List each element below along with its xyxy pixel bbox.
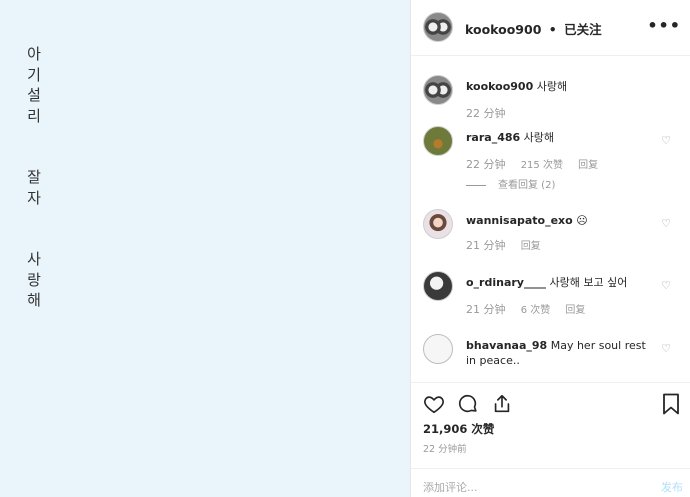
reply-button[interactable]: 回复 (565, 305, 585, 316)
follow-status[interactable]: 已关注 (564, 22, 602, 37)
comment-text: wannisapato_exo ☹ (466, 213, 656, 228)
comment-meta: 21 分钟 6 次赞 回复 (466, 301, 597, 317)
image-char: 해 (27, 291, 41, 309)
commenter-username[interactable]: bhavanaa_98 (466, 339, 547, 352)
post-comment-button[interactable]: 发布 (661, 479, 683, 495)
comment-meta: 22 分钟 (466, 105, 518, 121)
post-sidebar: kookoo900 • 已关注 ••• kookoo900 사랑해 22 分钟 … (410, 0, 690, 497)
author-line: kookoo900 • 已关注 (465, 19, 602, 38)
view-replies-label[interactable]: 查看回复 (2) (498, 180, 555, 191)
reply-divider (466, 184, 486, 186)
add-comment-bar: 添加评论... 发布 (411, 468, 690, 497)
like-count[interactable]: 21,906 次赞 (423, 421, 494, 437)
image-char: 사 (27, 250, 41, 268)
commenter-avatar[interactable] (423, 334, 453, 364)
comment-text: bhavanaa_98 May her soul rest in peace.. (466, 338, 656, 368)
post-actions: 21,906 次赞 22 分钟前 添加评论... 发布 (411, 382, 690, 497)
comment-likes[interactable]: 6 次赞 (521, 305, 551, 316)
comment-meta: 22 分钟 215 次赞 回复 (466, 156, 610, 172)
commenter-username[interactable]: wannisapato_exo (466, 214, 573, 227)
author-avatar[interactable] (423, 12, 453, 42)
comment-body: ☹ (576, 214, 588, 227)
comment-time: 22 分钟 (466, 107, 506, 120)
comment-text: o_rdinary____ 사랑해 보고 싶어 (466, 275, 656, 290)
commenter-avatar[interactable] (423, 126, 453, 156)
share-icon[interactable] (491, 393, 513, 415)
comment-text: rara_486 사랑해 (466, 130, 656, 145)
action-icons (423, 393, 513, 415)
commenter-username[interactable]: o_rdinary____ (466, 276, 546, 289)
small-heart-icon[interactable]: ♡ (661, 279, 671, 292)
image-char: 기 (27, 65, 41, 84)
comment-time: 21 分钟 (466, 303, 506, 316)
comment-meta: 21 分钟 回复 (466, 237, 553, 253)
heart-icon[interactable] (423, 393, 445, 415)
post-header: kookoo900 • 已关注 ••• (411, 0, 690, 56)
comment-time: 22 分钟 (466, 158, 506, 171)
comment-text: kookoo900 사랑해 (466, 79, 656, 94)
image-char: 자 (27, 188, 41, 207)
commenter-username[interactable]: kookoo900 (466, 80, 533, 93)
comment-time: 21 分钟 (466, 239, 506, 252)
small-heart-icon[interactable]: ♡ (661, 217, 671, 230)
more-options-icon[interactable]: ••• (647, 16, 681, 35)
post-image: 아 기 설 리 잘 자 사 랑 해 (0, 0, 410, 497)
bookmark-icon[interactable] (661, 393, 681, 415)
image-char: 리 (27, 106, 41, 125)
small-heart-icon[interactable]: ♡ (661, 134, 671, 147)
post-time: 22 分钟前 (423, 444, 467, 455)
image-caption: 아 기 설 리 잘 자 사 랑 해 (22, 44, 46, 311)
comment-input[interactable]: 添加评论... (423, 479, 478, 495)
small-heart-icon[interactable]: ♡ (661, 342, 671, 355)
comment-body: 사랑해 (523, 131, 555, 144)
image-char: 아 (27, 45, 41, 63)
comment-body: 사랑해 보고 싶어 (549, 276, 628, 289)
reply-button[interactable]: 回复 (578, 160, 598, 171)
reply-button[interactable]: 回复 (521, 241, 541, 252)
image-char: 랑 (27, 270, 41, 289)
commenter-avatar[interactable] (423, 271, 453, 301)
commenter-avatar[interactable] (423, 209, 453, 239)
comment-likes[interactable]: 215 次赞 (521, 160, 563, 171)
comment-body: 사랑해 (536, 80, 568, 93)
view-replies[interactable]: 查看回复 (2) (466, 176, 555, 191)
separator-dot: • (548, 22, 557, 37)
image-char: 잘 (27, 168, 41, 186)
comment-icon[interactable] (457, 393, 479, 415)
image-char: 설 (27, 86, 41, 104)
author-username[interactable]: kookoo900 (465, 22, 541, 37)
comment-list[interactable]: kookoo900 사랑해 22 分钟 rara_486 사랑해 ♡ 22 分钟… (411, 57, 690, 382)
commenter-avatar[interactable] (423, 75, 453, 105)
commenter-username[interactable]: rara_486 (466, 131, 520, 144)
